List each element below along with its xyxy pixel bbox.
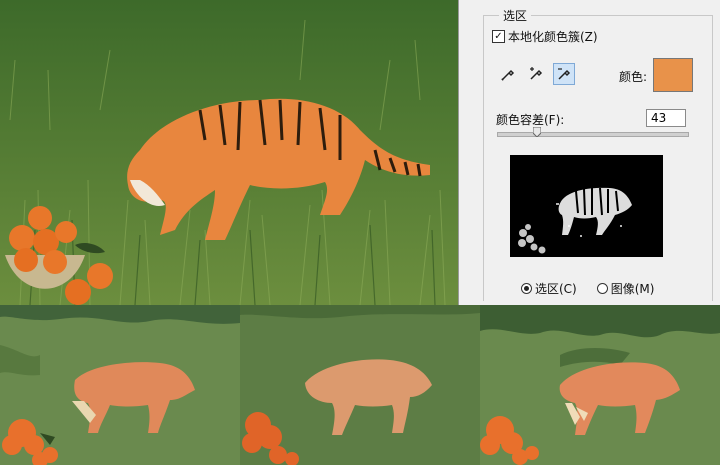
comparison-strip <box>0 305 720 465</box>
selection-group-title: 选区 <box>499 7 532 24</box>
tolerance-slider-track[interactable] <box>497 132 689 137</box>
color-swatch[interactable] <box>653 58 693 92</box>
comparison-image-3 <box>480 305 720 465</box>
color-range-panel: 选区 ✓ 本地化颜色簇(Z) 颜色: 颜色容差(F): 43 选区(C) 图像(… <box>458 0 720 305</box>
selection-preview <box>510 155 663 257</box>
comparison-image-2 <box>240 305 480 465</box>
localized-color-clusters-checkbox[interactable]: ✓ 本地化颜色簇(Z) <box>492 28 598 45</box>
localized-color-clusters-label: 本地化颜色簇(Z) <box>508 30 598 44</box>
radio-selection-dot[interactable] <box>521 283 532 294</box>
comparison-image-1 <box>0 305 240 465</box>
color-label: 颜色: <box>619 70 648 84</box>
tolerance-slider-thumb[interactable] <box>532 127 541 137</box>
eyedropper-minus-icon[interactable] <box>553 63 575 85</box>
radio-image[interactable]: 图像(M) <box>596 280 655 297</box>
radio-selection-label: 选区(C) <box>535 282 577 296</box>
eyedropper-plus-icon[interactable] <box>525 63 547 85</box>
eyedropper-toolbar <box>497 63 575 85</box>
preview-mode-radios: 选区(C) 图像(M) <box>521 280 654 297</box>
tiger-photo-image <box>0 0 458 305</box>
radio-image-label: 图像(M) <box>610 282 655 296</box>
radio-selection[interactable]: 选区(C) <box>521 280 577 297</box>
radio-image-dot[interactable] <box>596 283 608 294</box>
tolerance-label: 颜色容差(F): <box>496 113 565 127</box>
selection-mask-image <box>510 155 663 257</box>
tolerance-input[interactable] <box>646 109 686 127</box>
eyedropper-icon[interactable] <box>497 63 519 85</box>
checkbox-box[interactable]: ✓ <box>492 30 505 43</box>
tiger-photo <box>0 0 458 305</box>
